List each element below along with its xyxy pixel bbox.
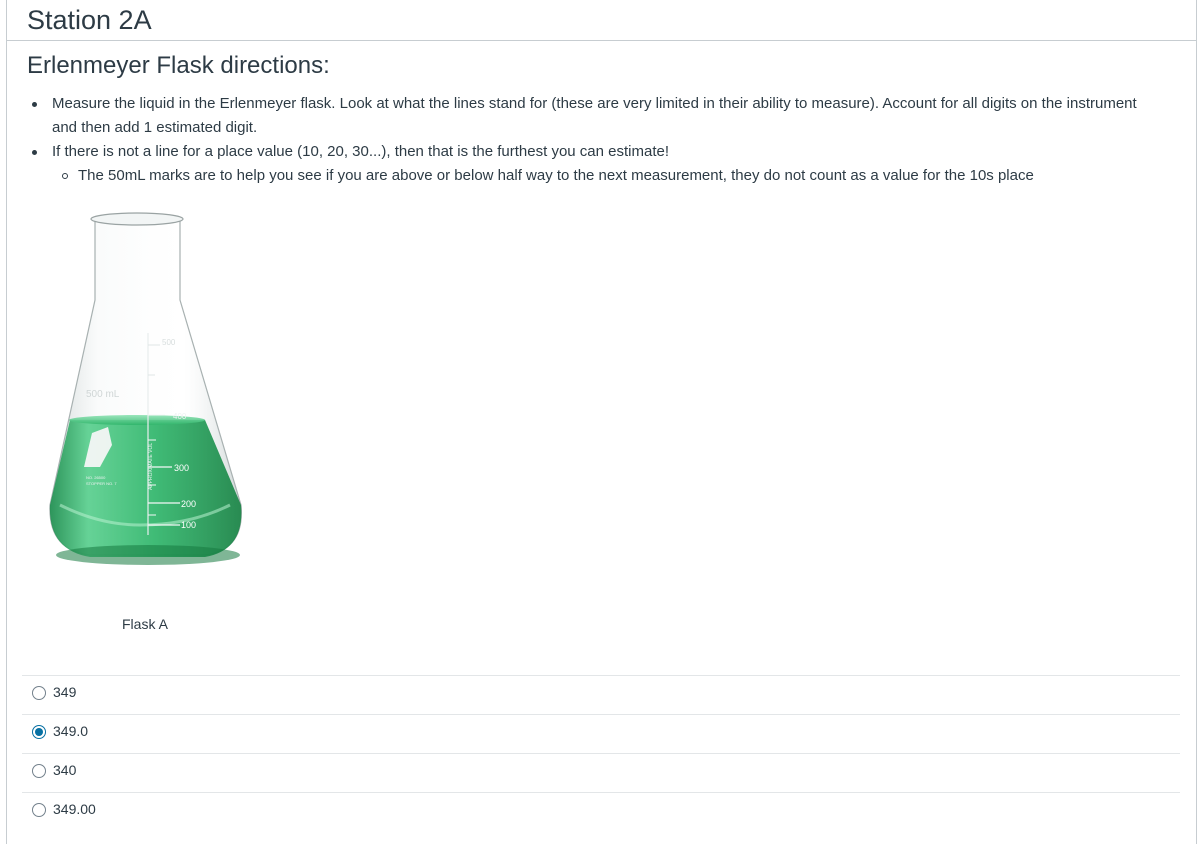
flask-mark-200: 200 [181,499,196,509]
page-title: Station 2A [27,5,152,35]
answer-label-4: 349.00 [53,801,96,817]
radio-button-3[interactable] [32,764,46,778]
answer-option-3[interactable]: 340 [22,753,1180,792]
direction-bullet-2-text: If there is not a line for a place value… [52,143,670,160]
flask-mark-500: 500 [162,338,176,347]
flask-mark-300: 300 [174,463,189,473]
flask-stopper-label: STOPPER NO. 7 [86,481,117,486]
radio-button-4[interactable] [32,803,46,817]
erlenmeyer-flask-illustration: 500 400 300 200 100 500 mL NO. 26500 STO… [49,212,242,565]
radio-button-1[interactable] [32,686,46,700]
direction-sub-bullet-1: The 50mL marks are to help you see if yo… [62,164,1152,188]
answer-option-4[interactable]: 349.00 [22,792,1180,831]
figure-caption: Flask A [122,616,168,632]
direction-bullet-2: If there is not a line for a place value… [32,140,1152,188]
flask-image: 500 400 300 200 100 500 mL NO. 26500 STO… [40,205,255,575]
answer-option-1[interactable]: 349 [22,675,1180,714]
flask-code-label: NO. 26500 [86,475,106,480]
answer-option-2[interactable]: 349.0 [22,714,1180,753]
section-heading: Erlenmeyer Flask directions: [27,52,330,79]
flask-mark-100: 100 [181,520,196,530]
flask-approx-label: APPROXIMATE VOL [148,443,154,490]
radio-button-2[interactable] [32,725,46,739]
flask-mark-400: 400 [173,412,187,421]
answer-label-1: 349 [53,684,77,700]
answer-choices: 349 349.0 340 349.00 [22,675,1180,831]
answer-label-3: 340 [53,762,77,778]
answer-label-2: 349.0 [53,723,89,739]
directions-list: Measure the liquid in the Erlenmeyer fla… [32,92,1152,188]
direction-bullet-1: Measure the liquid in the Erlenmeyer fla… [32,92,1152,140]
flask-capacity-label: 500 mL [86,389,120,400]
header-divider [7,40,1196,41]
